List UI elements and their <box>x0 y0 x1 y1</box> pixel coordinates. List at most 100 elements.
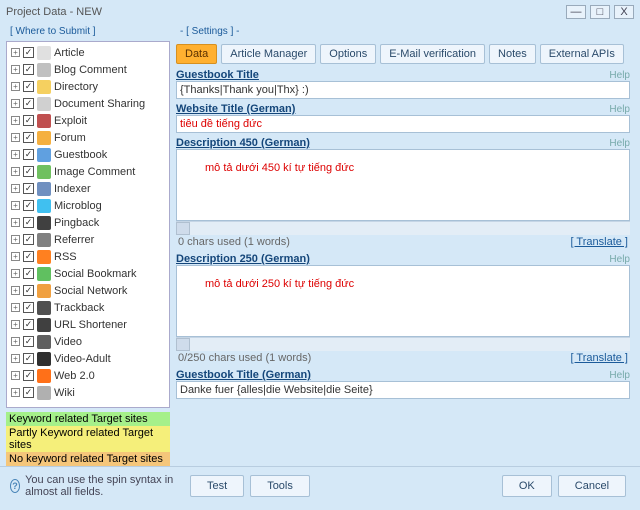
checkbox[interactable]: ✓ <box>23 336 34 347</box>
tab-article-manager[interactable]: Article Manager <box>221 44 316 64</box>
tree-row[interactable]: +✓URL Shortener <box>9 316 167 333</box>
expand-icon[interactable]: + <box>11 269 20 278</box>
expand-icon[interactable]: + <box>11 252 20 261</box>
expand-icon[interactable]: + <box>11 99 20 108</box>
tree-row[interactable]: +✓Guestbook <box>9 146 167 163</box>
checkbox[interactable]: ✓ <box>23 200 34 211</box>
checkbox[interactable]: ✓ <box>23 132 34 143</box>
tree-row[interactable]: +✓Document Sharing <box>9 95 167 112</box>
checkbox[interactable]: ✓ <box>23 370 34 381</box>
scrollbar[interactable] <box>176 221 630 235</box>
help-link[interactable]: Help <box>609 254 630 265</box>
checkbox[interactable]: ✓ <box>23 387 34 398</box>
checkbox[interactable]: ✓ <box>23 302 34 313</box>
tree-label: RSS <box>54 251 77 263</box>
expand-icon[interactable]: + <box>11 133 20 142</box>
tools-button[interactable]: Tools <box>250 475 310 497</box>
expand-icon[interactable]: + <box>11 201 20 210</box>
minimize-button[interactable]: — <box>566 5 586 19</box>
checkbox[interactable]: ✓ <box>23 183 34 194</box>
tree-row[interactable]: +✓Video-Adult <box>9 350 167 367</box>
expand-icon[interactable]: + <box>11 388 20 397</box>
tree-row[interactable]: +✓Pingback <box>9 214 167 231</box>
expand-icon[interactable]: + <box>11 150 20 159</box>
desc250-textarea[interactable]: mô tả dưới 250 kí tự tiếng đức <box>176 265 630 337</box>
engine-icon <box>37 318 51 332</box>
tree-row[interactable]: +✓Wiki <box>9 384 167 401</box>
tree-row[interactable]: +✓ Image Comment <box>9 163 167 180</box>
tab-external-apis[interactable]: External APIs <box>540 44 624 64</box>
checkbox[interactable]: ✓ <box>23 149 34 160</box>
checkbox[interactable]: ✓ <box>23 64 34 75</box>
desc450-textarea[interactable]: mô tả dưới 450 kí tự tiếng đức <box>176 149 630 221</box>
engine-icon <box>37 97 51 111</box>
tab-notes[interactable]: Notes <box>489 44 536 64</box>
tree-row[interactable]: +✓Trackback <box>9 299 167 316</box>
checkbox[interactable]: ✓ <box>23 47 34 58</box>
translate-link[interactable]: [ Translate ] <box>571 352 628 364</box>
expand-icon[interactable]: + <box>11 48 20 57</box>
engine-icon <box>37 63 51 77</box>
expand-icon[interactable]: + <box>11 116 20 125</box>
tree-row[interactable]: +✓Blog Comment <box>9 61 167 78</box>
window-title: Project Data - NEW <box>6 6 102 18</box>
expand-icon[interactable]: + <box>11 218 20 227</box>
close-button[interactable]: X <box>614 5 634 19</box>
checkbox[interactable]: ✓ <box>23 98 34 109</box>
maximize-button[interactable]: □ <box>590 5 610 19</box>
tree-label: Social Bookmark <box>54 268 137 280</box>
checkbox[interactable]: ✓ <box>23 285 34 296</box>
help-link[interactable]: Help <box>609 138 630 149</box>
help-link[interactable]: Help <box>609 370 630 381</box>
expand-icon[interactable]: + <box>11 184 20 193</box>
tab-data[interactable]: Data <box>176 44 217 64</box>
checkbox[interactable]: ✓ <box>23 234 34 245</box>
tree-row[interactable]: +✓Video <box>9 333 167 350</box>
tree-row[interactable]: +✓Forum <box>9 129 167 146</box>
ok-button[interactable]: OK <box>502 475 552 497</box>
help-link[interactable]: Help <box>609 104 630 115</box>
help-link[interactable]: Help <box>609 70 630 81</box>
expand-icon[interactable]: + <box>11 65 20 74</box>
expand-icon[interactable]: + <box>11 371 20 380</box>
test-button[interactable]: Test <box>190 475 244 497</box>
expand-icon[interactable]: + <box>11 320 20 329</box>
expand-icon[interactable]: + <box>11 337 20 346</box>
expand-icon[interactable]: + <box>11 235 20 244</box>
tree-row[interactable]: +✓Directory <box>9 78 167 95</box>
scrollbar[interactable] <box>176 337 630 351</box>
tree-row[interactable]: +✓ Social Bookmark <box>9 265 167 282</box>
tree-row[interactable]: +✓Article <box>9 44 167 61</box>
legend-green: Keyword related Target sites <box>6 412 170 426</box>
checkbox[interactable]: ✓ <box>23 115 34 126</box>
expand-icon[interactable]: + <box>11 167 20 176</box>
checkbox[interactable]: ✓ <box>23 319 34 330</box>
tab-e-mail-verification[interactable]: E-Mail verification <box>380 44 485 64</box>
cancel-button[interactable]: Cancel <box>558 475 626 497</box>
tree-row[interactable]: +✓Web 2.0 <box>9 367 167 384</box>
website-title-de-input[interactable] <box>176 115 630 133</box>
checkbox[interactable]: ✓ <box>23 81 34 92</box>
expand-icon[interactable]: + <box>11 286 20 295</box>
checkbox[interactable]: ✓ <box>23 268 34 279</box>
expand-icon[interactable]: + <box>11 303 20 312</box>
tree-row[interactable]: +✓Social Network <box>9 282 167 299</box>
tree-row[interactable]: +✓ RSS <box>9 248 167 265</box>
tree-row[interactable]: +✓Indexer <box>9 180 167 197</box>
expand-icon[interactable]: + <box>11 354 20 363</box>
tree-row[interactable]: +✓ Referrer <box>9 231 167 248</box>
guestbook-title-input[interactable] <box>176 81 630 99</box>
tree-row[interactable]: +✓Exploit <box>9 112 167 129</box>
tree-label: Image Comment <box>54 166 135 178</box>
checkbox[interactable]: ✓ <box>23 353 34 364</box>
expand-icon[interactable]: + <box>11 82 20 91</box>
guestbook-title-de-input[interactable] <box>176 381 630 399</box>
checkbox[interactable]: ✓ <box>23 166 34 177</box>
translate-link[interactable]: [ Translate ] <box>571 236 628 248</box>
checkbox[interactable]: ✓ <box>23 217 34 228</box>
engine-tree[interactable]: +✓Article+✓Blog Comment+✓Directory+✓Docu… <box>6 41 170 408</box>
tree-label: Referrer <box>54 234 94 246</box>
tree-row[interactable]: +✓Microblog <box>9 197 167 214</box>
tab-options[interactable]: Options <box>320 44 376 64</box>
checkbox[interactable]: ✓ <box>23 251 34 262</box>
